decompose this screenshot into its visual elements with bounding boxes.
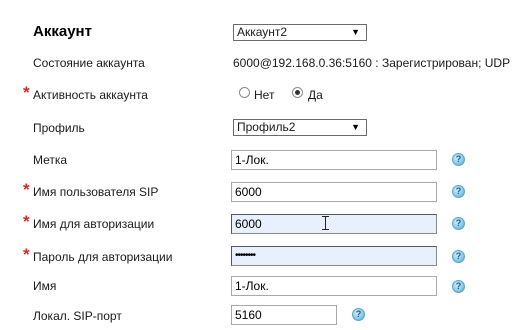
help-icon[interactable]: ? (452, 280, 465, 293)
required-marker: * (23, 180, 30, 199)
auth-pass-input[interactable]: •••••••• (231, 246, 437, 266)
tag-input[interactable]: 1-Лок. (231, 150, 437, 170)
profile-select[interactable]: Профиль2 ▼ (233, 119, 367, 136)
status-label: Состояние аккаунта (33, 56, 145, 70)
help-icon[interactable]: ? (452, 217, 465, 230)
account-select-value: Аккаунт2 (237, 25, 288, 39)
help-icon[interactable]: ? (452, 185, 465, 198)
activity-option-yes-label: Да (308, 88, 323, 102)
help-icon[interactable]: ? (452, 250, 465, 263)
profile-select-value: Профиль2 (237, 120, 296, 134)
required-marker: * (23, 245, 30, 264)
required-marker: * (23, 83, 30, 102)
required-marker: * (23, 212, 30, 231)
sip-user-label: Имя пользователя SIP (33, 185, 159, 199)
activity-radio-no[interactable] (239, 87, 250, 98)
tag-label: Метка (33, 153, 68, 167)
activity-radio-yes[interactable] (292, 87, 303, 98)
local-port-label: Локал. SIP-порт (33, 309, 122, 323)
help-icon[interactable]: ? (352, 308, 365, 321)
local-port-input[interactable]: 5160 (231, 305, 337, 325)
auth-pass-label: Пароль для авторизации (33, 250, 173, 264)
account-select[interactable]: Аккаунт2 ▼ (233, 24, 367, 41)
auth-name-input[interactable]: 6000 (231, 214, 437, 234)
activity-label: Активность аккаунта (33, 88, 148, 102)
chevron-down-icon: ▼ (351, 122, 360, 132)
profile-label: Профиль (33, 121, 85, 135)
chevron-down-icon: ▼ (351, 27, 360, 37)
name-input[interactable]: 1-Лок. (231, 276, 437, 296)
name-label: Имя (33, 279, 57, 293)
page-title: Аккаунт (33, 23, 92, 40)
auth-name-label: Имя для авторизации (33, 217, 155, 231)
text-cursor-icon (322, 216, 330, 230)
activity-option-no-label: Нет (254, 88, 275, 102)
sip-user-input[interactable]: 6000 (231, 182, 437, 202)
status-value: 6000@192.168.0.36:5160 : Зарегистрирован… (233, 56, 511, 70)
help-icon[interactable]: ? (452, 153, 465, 166)
